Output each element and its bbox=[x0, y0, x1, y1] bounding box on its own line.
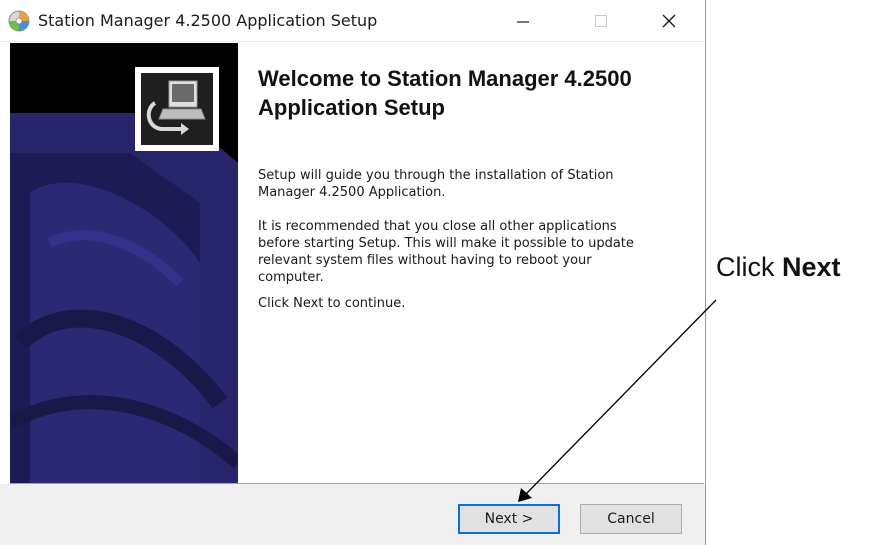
computer-monitor-icon bbox=[146, 80, 206, 135]
click-next-callout: Click Next bbox=[716, 252, 841, 283]
wizard-sidebar-banner bbox=[10, 43, 238, 483]
screenshot-stage: Station Manager 4.2500 Application Setup bbox=[0, 0, 892, 545]
callout-emphasis: Next bbox=[782, 252, 841, 282]
callout-prefix: Click bbox=[716, 252, 782, 282]
welcome-content: Welcome to Station Manager 4.2500 Applic… bbox=[238, 43, 705, 483]
minimize-button[interactable] bbox=[500, 0, 546, 42]
recommendation-paragraph: It is recommended that you close all oth… bbox=[258, 219, 634, 285]
window-title: Station Manager 4.2500 Application Setup bbox=[38, 11, 378, 30]
setup-window: Station Manager 4.2500 Application Setup bbox=[0, 0, 706, 545]
wizard-footer: Next > Cancel bbox=[0, 484, 705, 545]
cancel-button[interactable]: Cancel bbox=[580, 504, 682, 534]
setup-cd-icon bbox=[8, 10, 30, 32]
continue-instruction: Click Next to continue. bbox=[258, 296, 406, 311]
next-button[interactable]: Next > bbox=[458, 504, 560, 534]
title-bar[interactable]: Station Manager 4.2500 Application Setup bbox=[0, 0, 705, 42]
close-icon bbox=[662, 14, 676, 28]
welcome-heading: Welcome to Station Manager 4.2500 Applic… bbox=[258, 66, 632, 120]
maximize-icon bbox=[595, 15, 607, 27]
intro-paragraph: Setup will guide you through the install… bbox=[258, 168, 614, 200]
maximize-button[interactable] bbox=[578, 0, 624, 42]
close-button[interactable] bbox=[646, 0, 692, 42]
minimize-icon bbox=[517, 21, 529, 23]
installer-logo bbox=[135, 67, 219, 151]
